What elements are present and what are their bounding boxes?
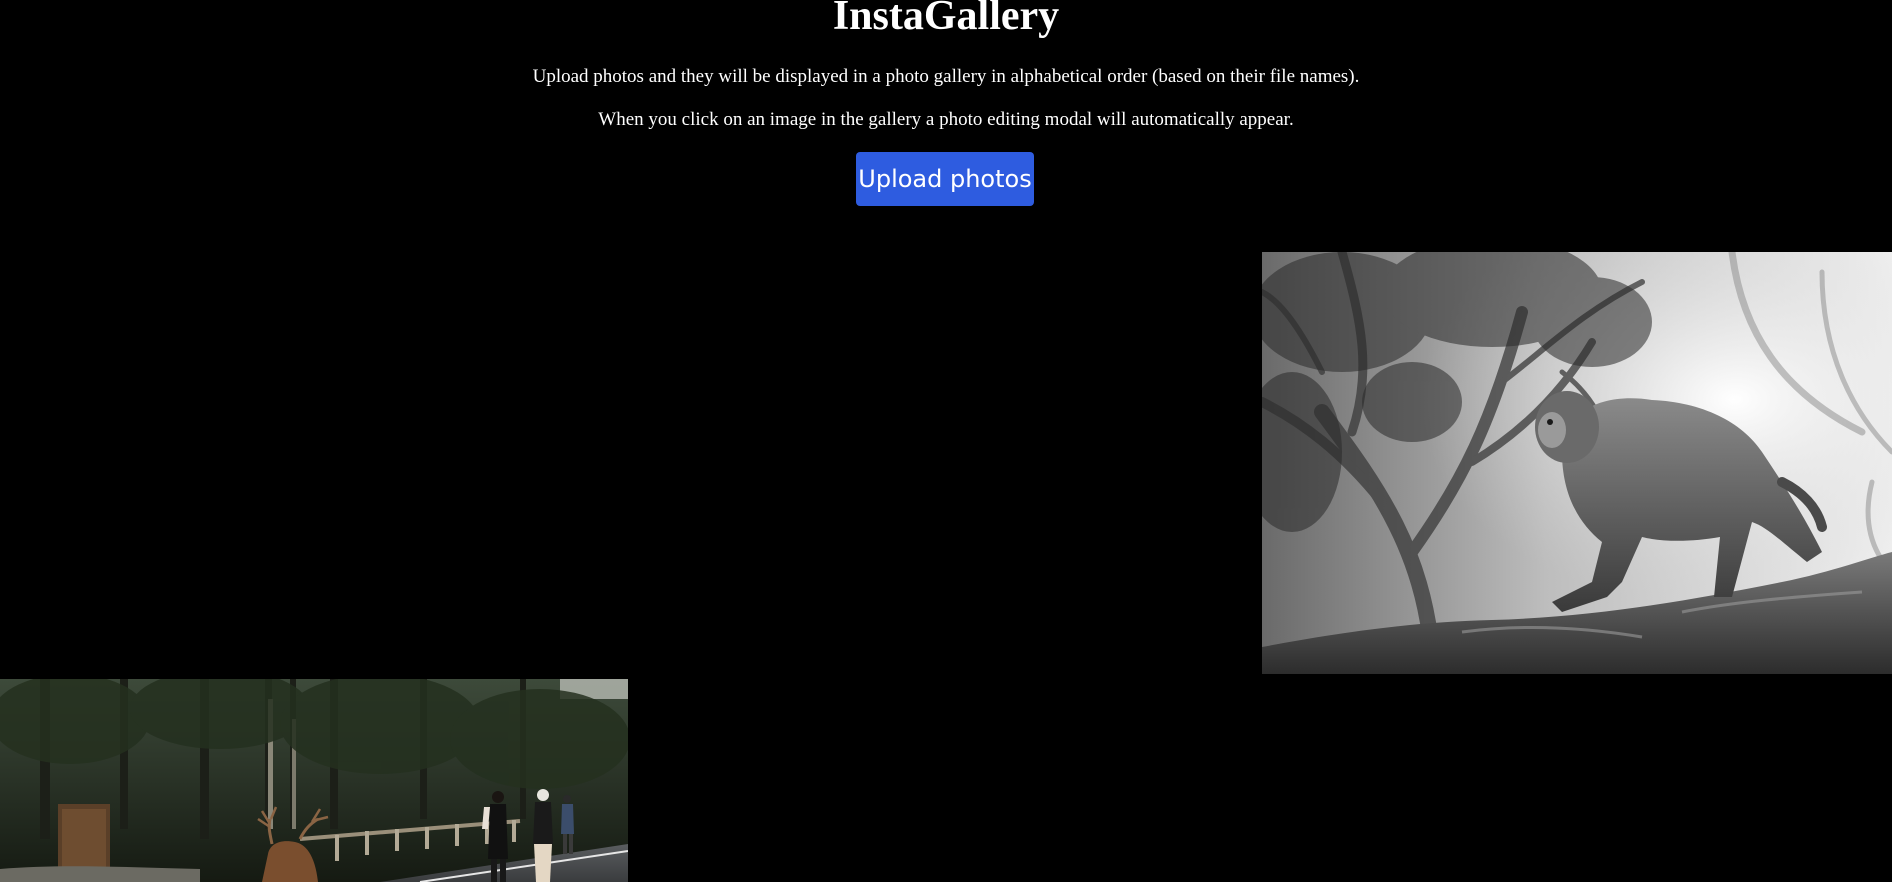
upload-description: Upload photos and they will be displayed… [532, 66, 1360, 87]
edit-description: When you click on an image in the galler… [598, 109, 1294, 130]
page-title: InstaGallery [832, 0, 1060, 39]
gallery-image-monkey[interactable] [1262, 252, 1892, 674]
upload-photos-button[interactable]: Upload photos [856, 152, 1034, 206]
gallery-image-deer[interactable] [0, 679, 628, 882]
monkey-photo [1262, 252, 1892, 674]
deer-photo [0, 679, 628, 882]
